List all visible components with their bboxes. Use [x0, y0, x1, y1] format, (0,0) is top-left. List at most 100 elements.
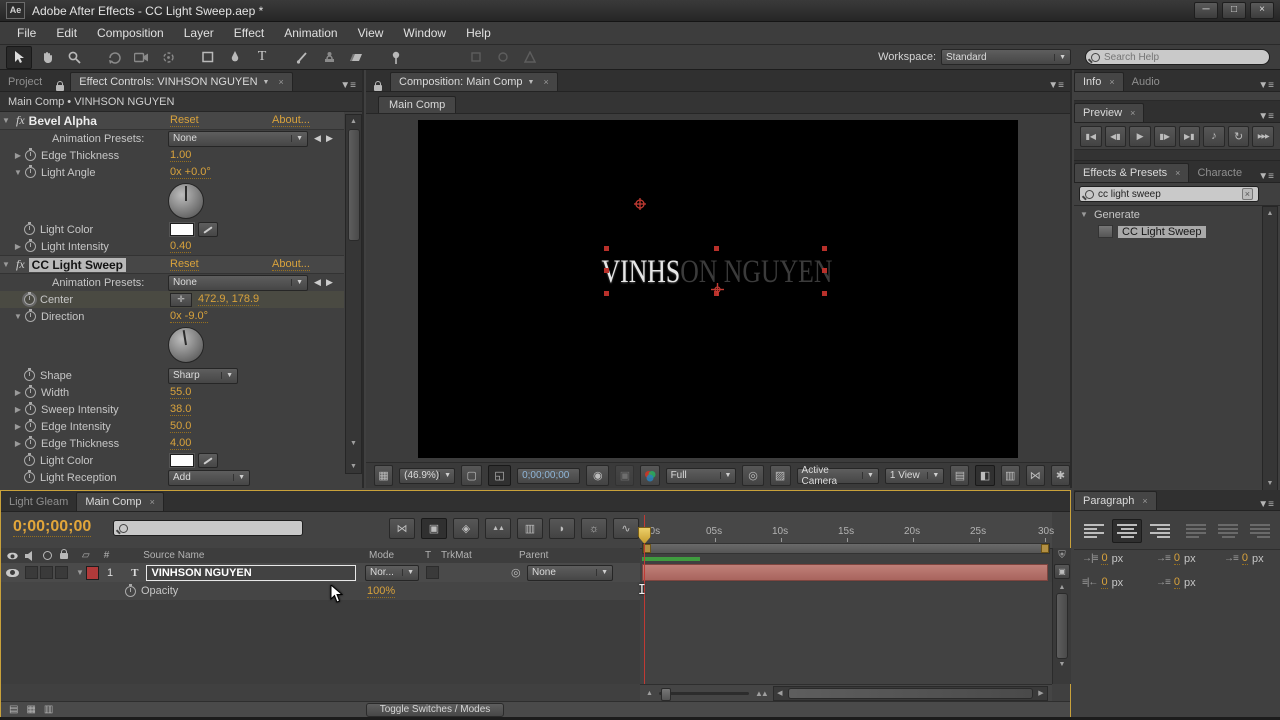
- tab-effect-controls[interactable]: Effect Controls: VINHSON NGUYEN ▼ ×: [70, 72, 293, 91]
- stopwatch-enabled-icon[interactable]: [24, 292, 35, 305]
- align-right-button[interactable]: [1146, 520, 1174, 542]
- stopwatch-icon[interactable]: [24, 222, 35, 235]
- tab-close-icon[interactable]: ×: [543, 77, 548, 87]
- effects-search-input[interactable]: [1098, 188, 1238, 200]
- effect-center-crosshair[interactable]: [634, 198, 646, 210]
- pen-tool[interactable]: [223, 47, 247, 68]
- effect-header-bevel-alpha[interactable]: ▼ fx Bevel Alpha Reset About...: [0, 112, 344, 130]
- draft-3d-icon[interactable]: ◈: [453, 518, 479, 539]
- current-time-display[interactable]: 0;00;00;00: [13, 518, 92, 537]
- tab-character[interactable]: Characte: [1189, 164, 1250, 182]
- twirl-open-icon[interactable]: ▼: [1078, 210, 1090, 219]
- expand-layer-switches-icon[interactable]: ▤: [9, 704, 18, 715]
- next-frame-button[interactable]: ▮▶: [1153, 125, 1176, 147]
- edge-intensity-value[interactable]: 50.0: [170, 420, 192, 433]
- tab-light-gleam[interactable]: Light Gleam: [1, 493, 76, 511]
- preset-prev-icon[interactable]: ◀: [314, 277, 321, 288]
- scroll-down-icon[interactable]: ▼: [346, 463, 361, 470]
- category-generate[interactable]: ▼ Generate: [1074, 206, 1280, 223]
- panel-menu-icon[interactable]: ▼≡: [1042, 80, 1070, 91]
- layer-row[interactable]: ▼ 1 T VINHSON NGUYEN Nor... ▼ ◎ None ▼: [1, 563, 640, 583]
- layer-duration-bar[interactable]: [642, 564, 1048, 581]
- light-reception-dropdown[interactable]: Add ▼: [168, 469, 250, 486]
- motion-blur-icon[interactable]: ▥: [517, 518, 543, 539]
- anchor-point-crosshair[interactable]: [711, 283, 724, 296]
- light-angle-value[interactable]: 0x +0.0°: [170, 166, 211, 179]
- layer-audio-cell[interactable]: [25, 566, 38, 579]
- space-before-field[interactable]: ≡|← 0 px: [1082, 576, 1123, 589]
- twirl-open-icon[interactable]: ▼: [12, 312, 24, 321]
- transparency-grid-icon[interactable]: ▨: [769, 465, 791, 486]
- layer-solo-cell[interactable]: [40, 566, 53, 579]
- tab-project[interactable]: Project: [0, 73, 50, 91]
- sweep-light-color-swatch[interactable]: [170, 454, 194, 467]
- effects-list-scrollbar[interactable]: ▲ ▼: [1262, 206, 1278, 491]
- scroll-up-icon[interactable]: ▲: [1263, 207, 1277, 217]
- effect-header-cc-light-sweep[interactable]: ▼ fx CC Light Sweep Reset About...: [0, 255, 344, 274]
- workspace-dropdown[interactable]: Standard ▼: [941, 49, 1071, 65]
- tab-close-icon[interactable]: ×: [1175, 168, 1180, 178]
- align-left-button[interactable]: [1080, 520, 1108, 542]
- camera-tool[interactable]: [129, 47, 153, 68]
- panel-menu-icon[interactable]: ▼≡: [1252, 499, 1280, 510]
- work-area-bar[interactable]: [642, 543, 1050, 554]
- opacity-property-row[interactable]: Opacity 100%: [1, 582, 640, 601]
- layer-label-chip[interactable]: [86, 565, 99, 580]
- composition-viewport[interactable]: VINHS ON NGUYEN: [418, 120, 1018, 458]
- stopwatch-icon[interactable]: [25, 419, 36, 432]
- scroll-up-icon[interactable]: ▲: [346, 115, 361, 125]
- twirl-open-icon[interactable]: ▼: [0, 116, 12, 125]
- type-tool[interactable]: T: [250, 47, 274, 68]
- parent-column-header[interactable]: Parent: [519, 550, 548, 561]
- always-preview-icon[interactable]: ▦: [374, 465, 394, 486]
- tab-effects-presets[interactable]: Effects & Presets ×: [1074, 163, 1190, 182]
- layer-handle[interactable]: [604, 291, 609, 296]
- twirl-closed-icon[interactable]: ▶: [12, 388, 24, 397]
- effect-point-icon[interactable]: ✛: [170, 292, 192, 307]
- indent-right-field[interactable]: →≡ 0 px: [1224, 552, 1264, 565]
- trkmat-cell[interactable]: [426, 566, 439, 579]
- layer-handle[interactable]: [822, 246, 827, 251]
- twirl-closed-icon[interactable]: ▶: [12, 242, 24, 251]
- stopwatch-icon[interactable]: [25, 309, 36, 322]
- indent-left-field[interactable]: →|≡ 0 px: [1082, 552, 1123, 565]
- scroll-right-icon[interactable]: ▶: [1035, 689, 1047, 697]
- puppet-pin-tool[interactable]: [384, 47, 408, 68]
- lock-icon[interactable]: [56, 81, 65, 91]
- camera-view-dropdown[interactable]: Active Camera ▼: [796, 465, 879, 487]
- shape-dropdown[interactable]: Sharp ▼: [168, 367, 238, 384]
- comp-marker-icon[interactable]: ⛨: [1053, 548, 1071, 561]
- zoom-in-icon[interactable]: ▲▲: [755, 689, 769, 698]
- tab-composition[interactable]: Composition: Main Comp ▼ ×: [390, 72, 558, 91]
- resolution-dropdown[interactable]: Full ▼: [665, 467, 737, 484]
- twirl-closed-icon[interactable]: ▶: [12, 151, 24, 160]
- mode-column-header[interactable]: Mode: [369, 550, 394, 561]
- layer-handle[interactable]: [822, 291, 827, 296]
- effect-controls-scrollbar[interactable]: ▲ ▼ ▼: [345, 114, 362, 474]
- justify-last-left-button[interactable]: [1182, 520, 1210, 542]
- comp-button-icon[interactable]: ▣: [1054, 564, 1070, 579]
- menu-edit[interactable]: Edit: [47, 23, 86, 43]
- axis-mode-world-icon[interactable]: [491, 47, 515, 68]
- space-after-field[interactable]: →≡ 0 px: [1156, 576, 1196, 589]
- menu-composition[interactable]: Composition: [88, 23, 173, 43]
- panel-menu-icon[interactable]: ▼≡: [1252, 171, 1280, 182]
- adjustment-icon[interactable]: ◗: [549, 518, 575, 539]
- comp-current-time[interactable]: 0;00;00;00: [517, 467, 581, 484]
- pan-behind-tool[interactable]: [156, 47, 180, 68]
- eyedropper-icon[interactable]: [198, 222, 218, 237]
- scroll-up-icon[interactable]: ▲: [1053, 584, 1071, 591]
- sweep-about-link[interactable]: About...: [272, 258, 310, 271]
- justify-last-right-button[interactable]: [1246, 520, 1274, 542]
- work-area-end-handle[interactable]: [1041, 544, 1049, 553]
- stopwatch-icon[interactable]: [25, 148, 36, 161]
- timeline-zoom-slider[interactable]: [658, 687, 749, 701]
- twirl-open-icon[interactable]: ▼: [12, 168, 24, 177]
- tab-close-icon[interactable]: ×: [1130, 108, 1135, 118]
- direction-dial[interactable]: [168, 327, 204, 363]
- panel-menu-icon[interactable]: ▼≡: [1252, 111, 1280, 122]
- stopwatch-icon[interactable]: [24, 453, 35, 466]
- tab-preview[interactable]: Preview ×: [1074, 103, 1145, 122]
- show-snapshot-icon[interactable]: ▣: [615, 465, 635, 486]
- bevel-reset-link[interactable]: Reset: [170, 114, 199, 127]
